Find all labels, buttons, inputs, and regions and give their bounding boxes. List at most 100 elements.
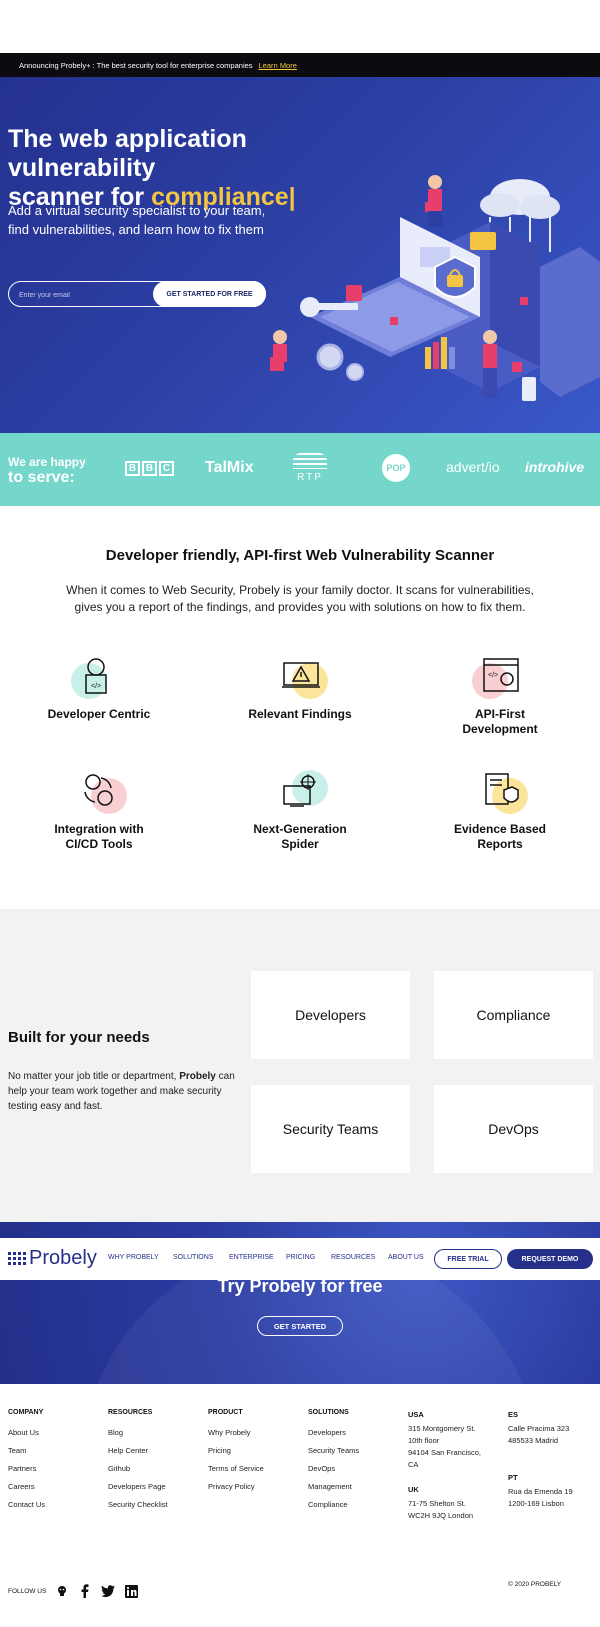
nav-pricing[interactable]: PRICING — [286, 1254, 315, 1261]
footer-link[interactable]: Terms of Service — [208, 1464, 264, 1473]
footer-link[interactable]: Pricing — [208, 1446, 264, 1455]
nav-solutions[interactable]: SOLUTIONS — [173, 1254, 213, 1261]
clients-band: We are happy to serve: BBC TalMix RTP PO… — [0, 433, 600, 506]
feature-label: Development — [462, 722, 538, 736]
email-input[interactable] — [19, 288, 149, 302]
footer-col-solutions: SOLUTIONS Developers Security Teams DevO… — [308, 1409, 360, 1509]
top-navigation: Probely WHY PROBELY SOLUTIONS ENTERPRISE… — [0, 1238, 600, 1280]
feature-label: Evidence Based — [453, 822, 547, 836]
announcement-text: Announcing Probely+ : The best security … — [19, 60, 253, 70]
hero-section: The web application vulnerability scanne… — [0, 77, 600, 433]
feature-label: Spider — [281, 837, 319, 851]
feature-evidence: Evidence Based Reports — [410, 770, 590, 852]
footer-link[interactable]: Partners — [8, 1464, 45, 1473]
footer-link[interactable]: Privacy Policy — [208, 1482, 264, 1491]
card-developers[interactable]: Developers — [251, 971, 410, 1059]
feature-label: Developer Centric — [47, 707, 151, 721]
linkedin-icon[interactable] — [124, 1584, 138, 1598]
pop-logo: POP — [382, 454, 410, 482]
footer-col-product: PRODUCT Why Probely Pricing Terms of Ser… — [208, 1409, 264, 1491]
gear-icon — [316, 343, 364, 381]
footer-link[interactable]: Security Teams — [308, 1446, 359, 1455]
feature-api-first: </> API-First Development — [410, 655, 590, 737]
get-started-button[interactable]: GET STARTED — [257, 1316, 343, 1336]
card-devops[interactable]: DevOps — [434, 1085, 593, 1173]
nav-why-probely[interactable]: WHY PROBELY — [108, 1254, 159, 1261]
footer-link[interactable]: Compliance — [308, 1500, 359, 1509]
footer: COMPANY About Us Team Partners Careers C… — [0, 1384, 600, 1627]
needs-title: Built for your needs — [8, 1029, 150, 1046]
footer-col-company: COMPANY About Us Team Partners Careers C… — [8, 1409, 46, 1509]
twitter-icon[interactable] — [101, 1584, 116, 1598]
feature-label: Reports — [477, 837, 523, 851]
footer-link[interactable]: Developers — [308, 1428, 359, 1437]
footer-link[interactable]: Developers Page — [108, 1482, 168, 1491]
hero-subtitle: Add a virtual security specialist to you… — [8, 203, 266, 237]
report-shield-icon — [485, 773, 519, 805]
footer-link[interactable]: Team — [8, 1446, 45, 1455]
hero-illustration — [270, 175, 600, 401]
footer-link[interactable]: Management — [308, 1482, 359, 1491]
clients-lead-line2: to serve: — [8, 469, 75, 486]
feature-developer-centric: </> Developer Centric — [9, 655, 189, 722]
nav-enterprise[interactable]: ENTERPRISE — [229, 1254, 274, 1261]
lock-icon — [434, 255, 476, 298]
svg-text:</>: </> — [91, 683, 101, 690]
feature-integration: Integration with CI/CD Tools — [9, 770, 189, 852]
footer-link[interactable]: Contact Us — [8, 1500, 45, 1509]
free-trial-button[interactable]: FREE TRIAL — [434, 1249, 502, 1269]
feature-label: Integration with — [54, 822, 144, 836]
rtp-logo: RTP — [293, 453, 327, 483]
feature-spider: Next-Generation Spider — [210, 770, 390, 852]
card-security-teams[interactable]: Security Teams — [251, 1085, 410, 1173]
learn-more-link[interactable]: Learn More — [259, 61, 297, 70]
footer-link[interactable]: Github — [108, 1464, 168, 1473]
footer-link[interactable]: DevOps — [308, 1464, 359, 1473]
feature-label: Next-Generation — [253, 822, 347, 836]
logo-dots-icon — [8, 1252, 26, 1265]
introhive-logo: introhive — [525, 459, 585, 475]
address-usa: USA 315 Montgomery St. 10th floor 94104 … — [408, 1410, 481, 1469]
footer-link[interactable]: Security Checklist — [108, 1500, 168, 1509]
needs-description: No matter your job title or department, … — [8, 1071, 235, 1112]
talmix-logo: TalMix — [205, 459, 254, 476]
address-pt: PT Rua da Emenda 19 1200-169 Lisbon — [508, 1473, 573, 1508]
copyright: © 2020 PROBELY — [508, 1581, 562, 1588]
address-uk: UK 71-75 Shelton St. WC2H 9JQ London — [408, 1485, 474, 1520]
spider-icon — [283, 774, 316, 807]
hero-title-line1: The web application vulnerability — [8, 125, 247, 182]
follow-us: FOLLOW US — [8, 1584, 138, 1598]
footer-link[interactable]: Help Center — [108, 1446, 168, 1455]
feature-label: CI/CD Tools — [65, 837, 133, 851]
follow-us-label: FOLLOW US — [8, 1587, 47, 1595]
advertio-logo: advert/io — [446, 459, 500, 475]
request-demo-button[interactable]: REQUEST DEMO — [507, 1249, 593, 1269]
developer-icon: </> — [85, 658, 107, 694]
features-description: When it comes to Web Security, Probely i… — [66, 583, 534, 614]
code-gear-icon: </> — [483, 658, 519, 692]
address-es: ES Calle Pracima 323 485533 Madrid — [508, 1410, 570, 1445]
footer-link[interactable]: About Us — [8, 1428, 45, 1437]
clients-lead-line1: We are happy — [8, 455, 86, 469]
bbc-logo: BBC — [125, 461, 174, 476]
footer-link[interactable]: Blog — [108, 1428, 168, 1437]
probely-logo[interactable]: Probely — [8, 1247, 97, 1270]
footer-link[interactable]: Careers — [8, 1482, 45, 1491]
announcement-bar: Announcing Probely+ : The best security … — [0, 53, 600, 77]
clients-lead: We are happy to serve: — [8, 455, 86, 486]
needs-section: Built for your needs No matter your job … — [0, 909, 600, 1222]
features-title: Developer friendly, API-first Web Vulner… — [105, 547, 495, 564]
footer-link[interactable]: Why Probely — [208, 1428, 264, 1437]
nav-about-us[interactable]: ABOUT US — [388, 1254, 424, 1261]
feature-label: API-First — [474, 707, 525, 721]
footer-col-resources: RESOURCES Blog Help Center Github Develo… — [108, 1409, 168, 1509]
warning-icon — [282, 662, 320, 688]
signup-form: GET STARTED FOR FREE — [8, 281, 266, 307]
feature-relevant-findings: Relevant Findings — [210, 655, 390, 722]
facebook-icon[interactable] — [78, 1584, 92, 1598]
card-compliance[interactable]: Compliance — [434, 971, 593, 1059]
feature-label: Relevant Findings — [248, 707, 352, 721]
integration-icon — [84, 774, 113, 806]
github-icon[interactable] — [55, 1584, 69, 1598]
nav-resources[interactable]: RESOURCES — [331, 1254, 375, 1261]
